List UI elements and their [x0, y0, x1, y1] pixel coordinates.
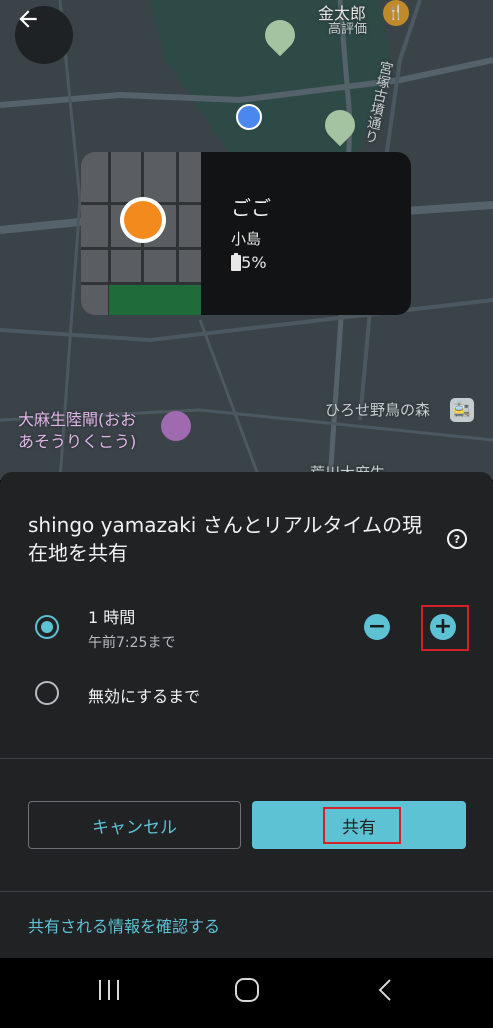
sheet-title: shingo yamazaki さんとリアルタイムの現在地を共有 — [28, 513, 423, 565]
help-icon[interactable]: ? — [447, 529, 467, 549]
satellite-thumbnail — [81, 152, 201, 315]
nav-icons — [99, 978, 391, 1002]
train-station-icon[interactable]: 🚉 — [450, 398, 474, 422]
plus-highlight-box — [421, 605, 469, 651]
radio-until-disabled[interactable] — [35, 681, 59, 705]
minus-icon[interactable]: − — [364, 614, 390, 640]
recent-apps-icon — [99, 980, 119, 1000]
place-icon[interactable] — [161, 411, 191, 441]
location-card[interactable]: ごご 小島 95% — [81, 152, 411, 315]
map-label-place[interactable]: 大麻生陸閘(おお — [18, 406, 136, 430]
map-label-place-reading: あそうりくこう) — [18, 432, 137, 451]
person-location: 小島 — [231, 230, 262, 248]
share-highlight-box — [323, 807, 401, 844]
map-view[interactable]: 金太郎 高評価 🍴 宮塚古墳通り 大麻生陸閘(おお あそうりくこう) ひろせ野鳥… — [0, 0, 493, 480]
cancel-button[interactable]: キャンセル — [28, 801, 241, 849]
share-sheet: shingo yamazaki さんとリアルタイムの現在地を共有 ? 1 時間 … — [0, 472, 493, 958]
map-label-kintaro-rating: 高評価 — [328, 22, 368, 37]
battery-icon — [231, 253, 241, 271]
option-one-hour-label[interactable]: 1 時間 — [88, 604, 135, 628]
option-until-disabled-label[interactable]: 無効にするまで — [88, 683, 200, 707]
back-arrow-icon — [19, 10, 37, 28]
divider — [0, 758, 493, 759]
person-name: ごご — [231, 196, 271, 220]
restaurant-icon[interactable]: 🍴 — [383, 0, 409, 26]
current-location-dot — [236, 104, 262, 130]
avatar — [120, 197, 166, 243]
radio-one-hour[interactable] — [35, 615, 59, 639]
home-icon — [235, 978, 259, 1002]
map-label-park[interactable]: ひろせ野鳥の森 — [325, 399, 430, 420]
battery-status: 95% — [231, 253, 267, 272]
back-button[interactable] — [15, 6, 73, 64]
nav-back-icon — [378, 979, 391, 1001]
option-one-hour-until: 午前7:25まで — [88, 635, 176, 651]
divider — [0, 891, 493, 892]
system-nav-bar — [0, 958, 493, 1024]
review-shared-info-link[interactable]: 共有される情報を確認する — [28, 913, 220, 937]
